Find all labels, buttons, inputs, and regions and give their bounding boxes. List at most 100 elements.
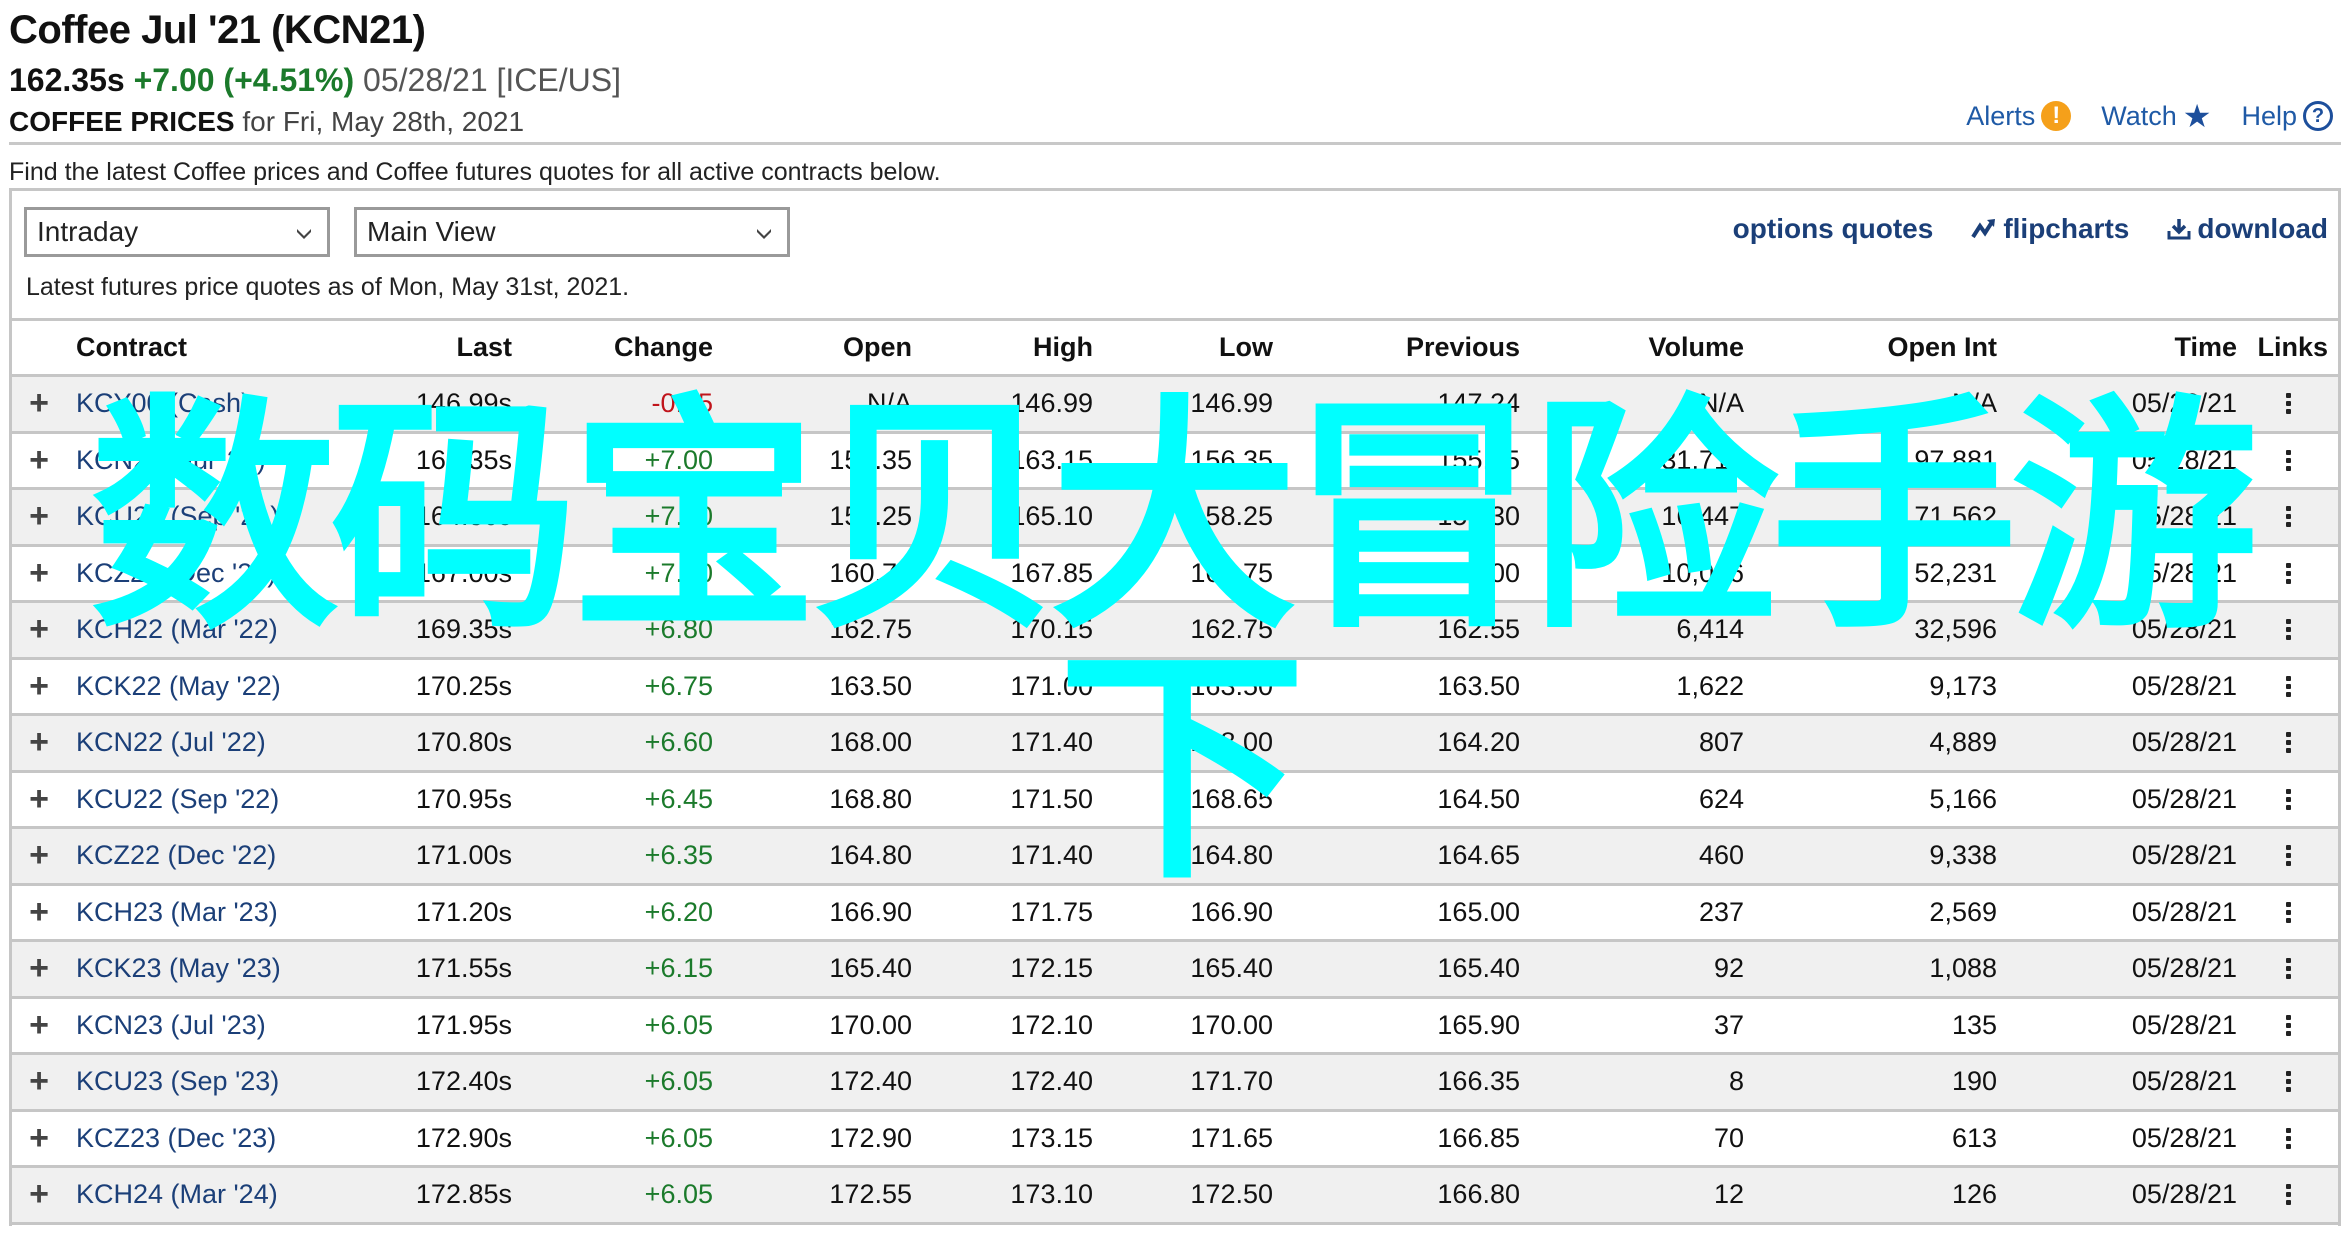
volume-cell: 92 <box>1713 953 1744 984</box>
last-cell: 171.00s <box>415 840 512 871</box>
more-options-icon[interactable] <box>2282 1124 2295 1153</box>
contract-link[interactable]: KCU21 (Sep '21) <box>76 501 279 532</box>
expand-row-icon[interactable]: + <box>26 999 52 1053</box>
col-change[interactable]: Change <box>614 321 713 374</box>
help-link[interactable]: Help ? <box>2241 101 2333 132</box>
col-last[interactable]: Last <box>456 321 512 374</box>
volume-cell: N/A <box>1698 388 1744 419</box>
more-options-icon[interactable] <box>2282 1180 2295 1209</box>
date-exchange: 05/28/21 [ICE/US] <box>363 62 621 98</box>
expand-row-icon[interactable]: + <box>26 1168 52 1222</box>
contract-link[interactable]: KCH24 (Mar '24) <box>76 1179 278 1210</box>
contract-link[interactable]: KCN21 (Jul '21) <box>76 445 266 476</box>
contract-link[interactable]: KCN23 (Jul '23) <box>76 1010 266 1041</box>
expand-row-icon[interactable]: + <box>26 660 52 714</box>
col-open-int[interactable]: Open Int <box>1888 321 1998 374</box>
period-select[interactable]: Intraday <box>24 207 330 257</box>
more-options-icon[interactable] <box>2282 672 2295 701</box>
expand-row-icon[interactable]: + <box>26 942 52 996</box>
flipcharts-link[interactable]: flipcharts <box>1971 213 2129 245</box>
col-time[interactable]: Time <box>2174 321 2237 374</box>
contract-link[interactable]: KCU22 (Sep '22) <box>76 784 279 815</box>
prices-date: for Fri, May 28th, 2021 <box>242 106 525 137</box>
more-options-icon[interactable] <box>2282 615 2295 644</box>
volume-cell: 1,622 <box>1676 670 1744 701</box>
options-quotes-link[interactable]: options quotes <box>1733 213 1934 245</box>
previous-cell: 164.20 <box>1437 727 1520 758</box>
low-cell: 168.00 <box>1190 727 1273 758</box>
contract-cell: KCU21 (Sep '21) <box>76 490 396 544</box>
open-cell: 164.80 <box>829 840 912 871</box>
more-options-icon[interactable] <box>2282 954 2295 983</box>
more-options-icon[interactable] <box>2282 446 2295 475</box>
expand-row-icon[interactable]: + <box>26 1112 52 1166</box>
time-cell: 05/28/21 <box>2131 840 2237 871</box>
col-volume[interactable]: Volume <box>1648 321 1744 374</box>
last-cell: 146.99s <box>415 388 512 419</box>
expand-row-icon[interactable]: + <box>26 434 52 488</box>
low-cell: 146.99 <box>1190 388 1273 419</box>
expand-row-icon[interactable]: + <box>26 547 52 601</box>
page-title: Coffee Jul '21 (KCN21) <box>9 8 426 52</box>
more-options-icon[interactable] <box>2282 898 2295 927</box>
more-options-icon[interactable] <box>2282 559 2295 588</box>
contract-link[interactable]: KCK22 (May '22) <box>76 671 281 702</box>
expand-row-icon[interactable]: + <box>26 603 52 657</box>
open-int-cell: 613 <box>1951 1122 1997 1153</box>
previous-cell: 163.50 <box>1437 670 1520 701</box>
prices-label: COFFEE PRICES <box>9 106 235 137</box>
more-options-icon[interactable] <box>2282 1067 2295 1096</box>
links-cell <box>2248 660 2328 714</box>
expand-row-icon[interactable]: + <box>26 716 52 770</box>
star-icon: ★ <box>2182 98 2212 134</box>
contract-cell: KCN23 (Jul '23) <box>76 999 396 1053</box>
contract-cell: KCZ23 (Dec '23) <box>76 1112 396 1166</box>
options-quotes-label: options quotes <box>1732 213 1934 244</box>
expand-row-icon[interactable]: + <box>26 1055 52 1109</box>
col-high[interactable]: High <box>1033 321 1093 374</box>
col-previous[interactable]: Previous <box>1406 321 1520 374</box>
contract-link[interactable]: KCK23 (May '23) <box>76 953 281 984</box>
col-contract[interactable]: Contract <box>76 321 396 374</box>
table-row: + KCK23 (May '23) 171.55s +6.15 165.40 1… <box>12 939 2338 996</box>
top-links: Alerts ! Watch ★ Help ? <box>1966 100 2333 132</box>
contract-link[interactable]: KCU23 (Sep '23) <box>76 1066 279 1097</box>
open-cell: 172.90 <box>829 1122 912 1153</box>
contract-link[interactable]: KCZ23 (Dec '23) <box>76 1123 276 1154</box>
expand-row-icon[interactable]: + <box>26 377 52 431</box>
more-options-icon[interactable] <box>2282 502 2295 531</box>
expand-row-icon[interactable]: + <box>26 829 52 883</box>
view-select-value: Main View <box>367 216 496 247</box>
download-link[interactable]: download <box>2167 213 2328 245</box>
contract-link[interactable]: KCY00 (Cash) <box>76 388 250 419</box>
watch-link[interactable]: Watch ★ <box>2101 100 2211 132</box>
alerts-link[interactable]: Alerts ! <box>1966 101 2072 132</box>
expand-row-icon[interactable]: + <box>26 490 52 544</box>
more-options-icon[interactable] <box>2282 728 2295 757</box>
contract-link[interactable]: KCH22 (Mar '22) <box>76 614 278 645</box>
expand-row-icon[interactable]: + <box>26 886 52 940</box>
table-row: + KCH24 (Mar '24) 172.85s +6.05 172.55 1… <box>12 1165 2338 1222</box>
high-cell: 171.50 <box>1010 783 1093 814</box>
expand-row-icon[interactable]: + <box>26 773 52 827</box>
contract-link[interactable]: KCH23 (Mar '23) <box>76 897 278 928</box>
col-open[interactable]: Open <box>843 321 912 374</box>
last-cell: 167.00s <box>415 557 512 588</box>
last-cell: 170.25s <box>415 670 512 701</box>
contract-link[interactable]: KCZ22 (Dec '22) <box>76 840 276 871</box>
links-cell <box>2248 829 2328 883</box>
open-int-cell: 190 <box>1951 1066 1997 1097</box>
more-options-icon[interactable] <box>2282 785 2295 814</box>
more-options-icon[interactable] <box>2282 841 2295 870</box>
view-select[interactable]: Main View <box>354 207 790 257</box>
contract-link[interactable]: KCZ21 (Dec '21) <box>76 558 276 589</box>
table-header: Contract Last Change Open High Low Previ… <box>12 318 2338 374</box>
col-low[interactable]: Low <box>1219 321 1273 374</box>
time-cell: 05/28/21 <box>2131 501 2237 532</box>
chevron-down-icon <box>297 229 311 239</box>
more-options-icon[interactable] <box>2282 389 2295 418</box>
more-options-icon[interactable] <box>2282 1011 2295 1040</box>
open-cell: 170.00 <box>829 1009 912 1040</box>
volume-cell: 6,414 <box>1676 614 1744 645</box>
contract-link[interactable]: KCN22 (Jul '22) <box>76 727 266 758</box>
